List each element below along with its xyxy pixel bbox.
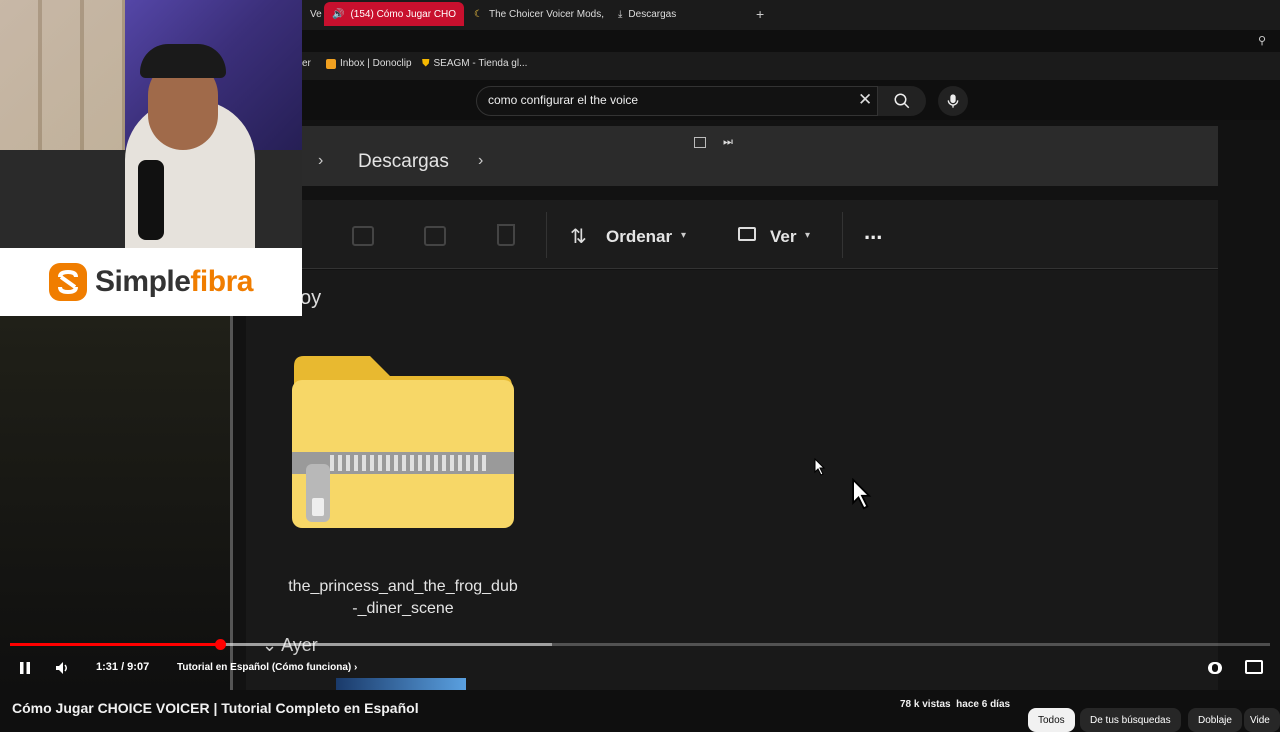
tab-descargas[interactable]: ⤓ Descargas [610, 2, 750, 26]
video-stats: 78 k vistas hace 6 días [900, 699, 1011, 710]
webcam-overlay [0, 0, 302, 248]
bookmark-label: Inbox | Donoclip [340, 58, 412, 69]
video-title: Cómo Jugar CHOICE VOICER | Tutorial Comp… [12, 700, 419, 716]
cursor-icon [814, 458, 826, 476]
chip-todos[interactable]: Todos [1028, 708, 1075, 732]
video-divider [230, 316, 233, 690]
speaker-icon: 🔊 [332, 8, 345, 20]
breadcrumb: Descargas [358, 151, 449, 172]
chevron-down-icon: ▾ [805, 230, 811, 241]
progress-played [10, 643, 221, 646]
tab-partial-label: Ve [310, 8, 322, 20]
view-label: Ver [770, 227, 797, 246]
tab-label: (154) Cómo Jugar CHO [350, 8, 457, 20]
tab-choicer-voicer[interactable]: ☾ The Choicer Voicer Mods, [466, 2, 606, 26]
autoplay-knob [1212, 664, 1218, 672]
tab-label: Descargas [628, 8, 677, 20]
chevron-right-icon: › [354, 662, 358, 673]
chip-doblaje[interactable]: Doblaje [1188, 708, 1242, 732]
search-query-text: como configurar el the voice [488, 93, 639, 107]
sponsor-banner: Simplefibra [0, 248, 302, 316]
skip-next-icon[interactable]: ⏭ [723, 136, 733, 149]
headphones [140, 44, 226, 78]
share-icon [424, 226, 446, 246]
sponsor-brand-right: fibra [190, 265, 253, 298]
tab-youtube-video[interactable]: 🔊 (154) Cómo Jugar CHO [324, 2, 464, 26]
view-icon [738, 227, 756, 241]
thumbnail-preview [336, 678, 466, 690]
chapter-button[interactable]: Tutorial en Español (Cómo funciona) › [177, 662, 357, 673]
simplefibra-logo-icon [49, 263, 88, 301]
new-tab-button[interactable]: + [756, 6, 764, 22]
moon-icon: ☾ [474, 8, 483, 20]
file-name-line2: -_diner_scene [352, 600, 454, 617]
donoclip-icon [326, 58, 336, 69]
cursor-icon [852, 478, 872, 510]
miniplayer-icon[interactable] [694, 137, 706, 148]
file-name-line1: the_princess_and_the_frog_dub [288, 578, 518, 595]
microphone [138, 160, 164, 240]
subtitles-icon[interactable] [1245, 660, 1263, 674]
bookmark-seagm[interactable]: ⛊ SEAGM - Tienda gl... [422, 58, 527, 69]
toolbar-divider [842, 212, 843, 258]
volume-icon [56, 662, 67, 674]
volume-button[interactable] [54, 660, 70, 681]
more-options-icon: ... [864, 219, 883, 244]
chip-label: Doblaje [1198, 714, 1232, 726]
bookmark-inbox[interactable]: Inbox | Donoclip [326, 58, 412, 69]
chevron-right-icon: › [318, 152, 324, 169]
download-icon: ⤓ [618, 8, 623, 20]
chip-label: De tus búsquedas [1090, 714, 1171, 726]
sort-icon: ⇅ [570, 226, 587, 248]
shield-icon: ⛊ [422, 58, 430, 69]
chapter-label: Tutorial en Español (Cómo funciona) [177, 662, 352, 673]
sort-label: Ordenar [606, 227, 673, 246]
chip-label: Vide [1250, 714, 1270, 726]
clear-search-icon[interactable]: ✕ [858, 90, 872, 110]
chip-de-tus-busquedas[interactable]: De tus búsquedas [1080, 708, 1181, 732]
microphone-icon [947, 94, 959, 108]
chevron-down-icon: ▾ [681, 230, 687, 241]
zip-folder-icon [292, 356, 514, 528]
chip-label: Todos [1038, 714, 1065, 726]
wanted-posters [0, 0, 125, 150]
bookmark-label: er [302, 58, 311, 69]
file-name: the_princess_and_the_frog_dub -_diner_sc… [270, 576, 536, 620]
voice-search-button[interactable] [938, 86, 968, 116]
chip-videos[interactable]: Vide [1244, 708, 1280, 732]
tab-partial[interactable]: Ve [302, 2, 324, 26]
search-icon [894, 93, 910, 109]
bookmark-label: SEAGM - Tienda gl... [433, 58, 528, 69]
bookmark-item[interactable]: er [302, 58, 311, 69]
pause-button[interactable] [18, 661, 32, 680]
toolbar-divider [546, 212, 547, 258]
sponsor-brand-left: Simple [95, 265, 191, 298]
trash-icon [497, 224, 515, 246]
tab-label: The Choicer Voicer Mods, [488, 8, 605, 20]
group-header-today: oy [300, 287, 322, 309]
autoplay-toggle[interactable] [1208, 662, 1222, 674]
video-left-panel [0, 316, 230, 690]
rename-icon [352, 226, 374, 246]
time-display: 1:31 / 9:07 [96, 661, 150, 673]
pin-icon[interactable]: ⚲ [1258, 34, 1266, 47]
sponsor-brand: Simplefibra [95, 265, 253, 299]
pause-icon [20, 662, 30, 674]
search-button[interactable] [878, 86, 926, 116]
chevron-right-icon: › [478, 152, 484, 169]
